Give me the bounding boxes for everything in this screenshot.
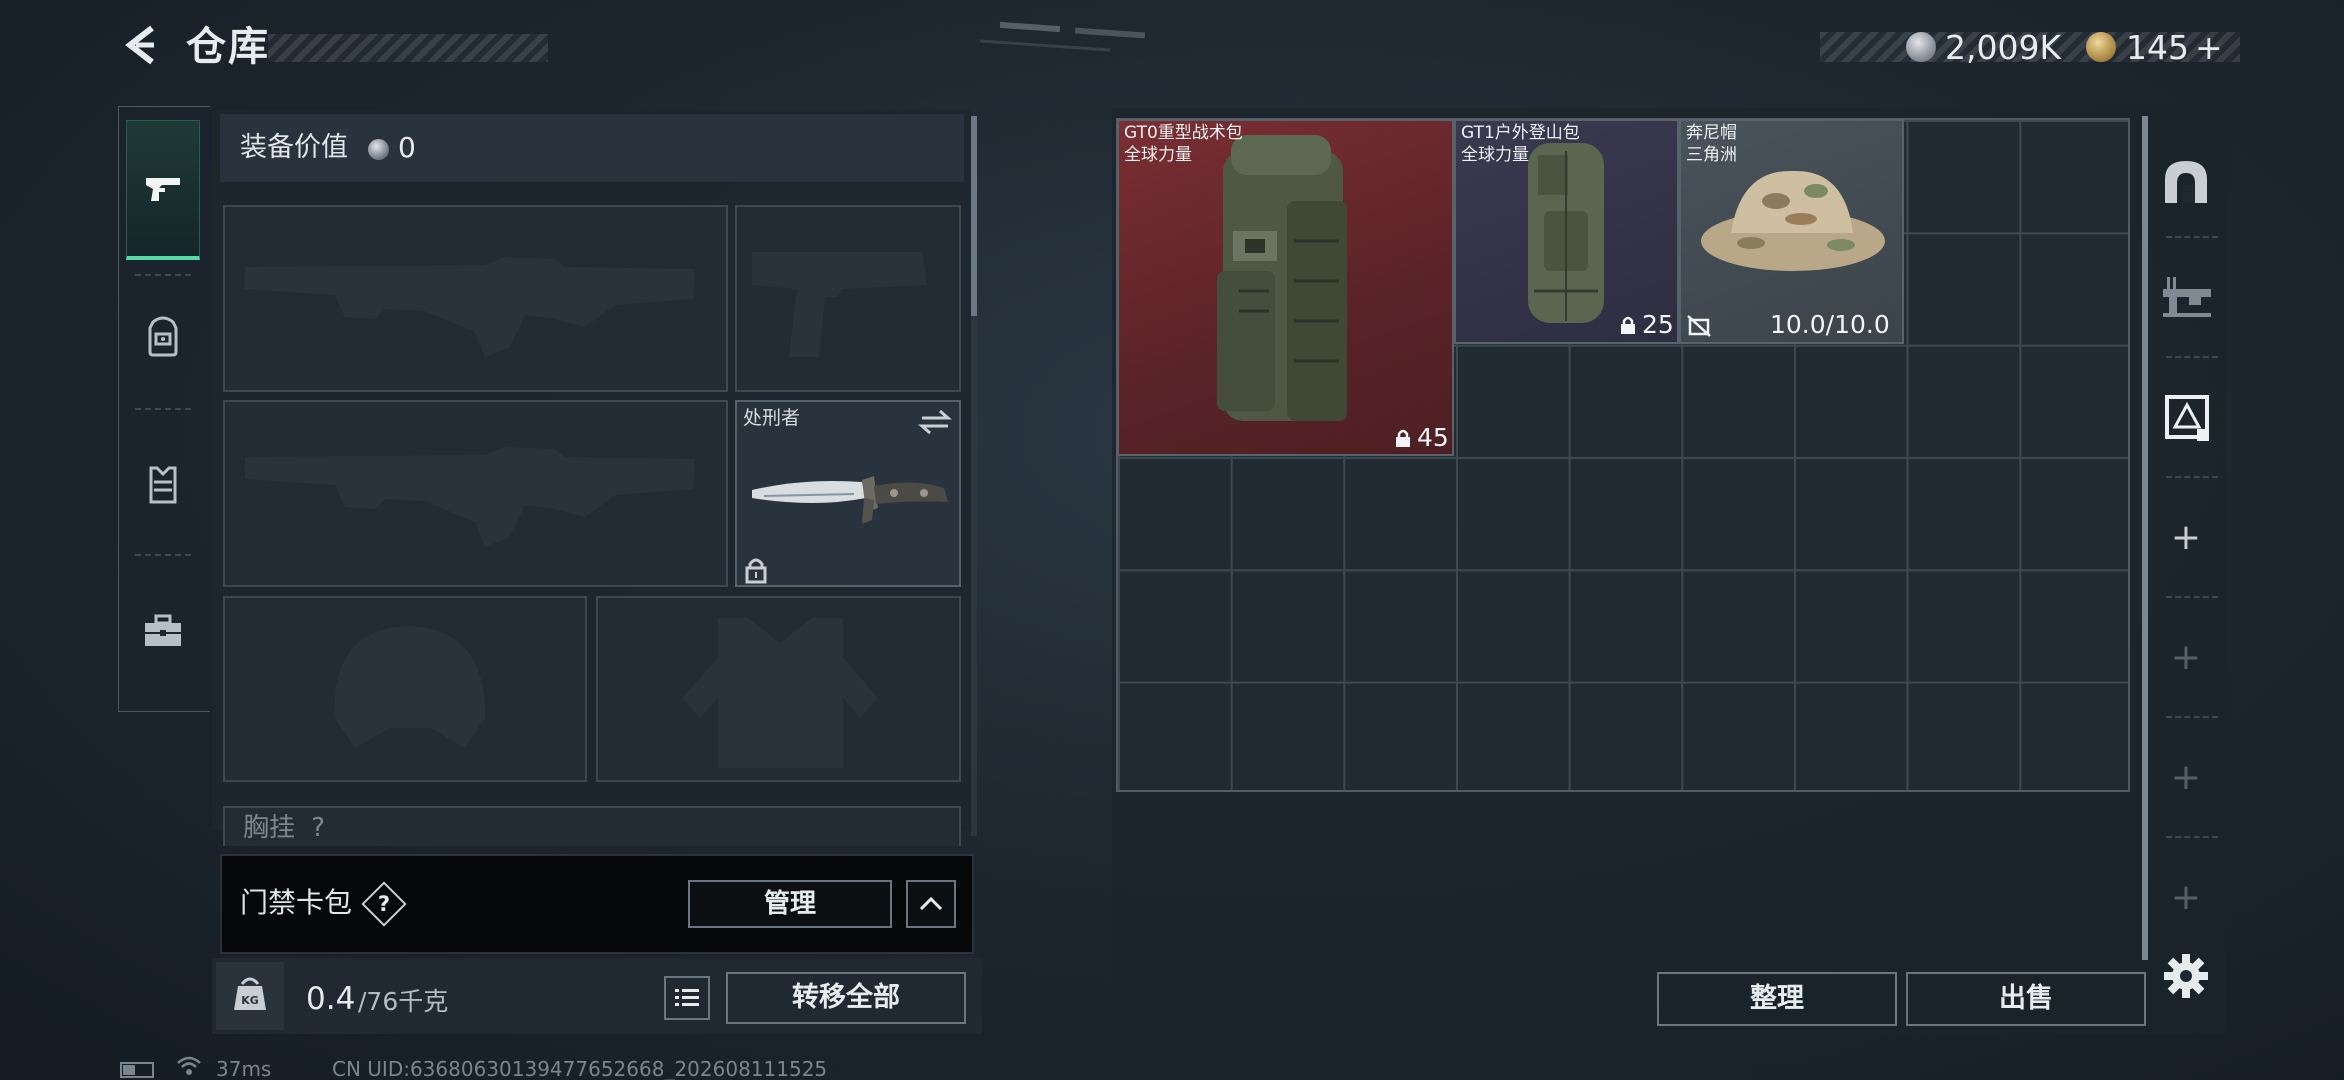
weight-current: 0.4 [306,981,356,1017]
plus-icon: + [2170,877,2202,918]
chest-rig-help[interactable]: ? [311,813,325,843]
primary-weapon-slot-1[interactable] [223,205,728,392]
combat-knife-image [752,476,948,524]
item-name: GT1户外登山包 [1461,123,1580,143]
tool-separator [2166,596,2218,598]
tool-separator [2166,476,2218,478]
title-decoration [268,34,548,62]
tab-separator [135,408,191,410]
item-subtitle: 三角洲 [1686,145,1737,165]
item-gt0-heavy-backpack[interactable] [1117,119,1454,456]
equipment-value-label: 装备价值 [240,132,348,163]
body-armor-slot[interactable] [596,596,961,782]
manage-button[interactable]: 管理 [688,880,892,928]
capacity-lock-icon [1396,429,1410,447]
rifle-silhouette-icon [245,447,695,547]
tool-separator [2166,356,2218,358]
user-uid: CN UID:6368063013947765266​8_20260811152… [332,1057,828,1080]
helmet-silhouette-icon [334,626,486,748]
expand-button[interactable] [906,880,956,928]
tool-separator [2166,836,2218,838]
kettlebell-icon: KG [234,977,266,1010]
add-container-button[interactable]: + [2154,506,2218,570]
container-warning-icon [2165,395,2209,441]
svg-text:KG: KG [241,994,259,1007]
tool-separator [2166,236,2218,238]
page-title: 仓库 [186,24,270,70]
item-name: 奔尼帽 [1686,123,1737,143]
tab-vest[interactable] [126,414,200,554]
list-view-button[interactable] [664,976,710,1020]
heavy-backpack-image [1217,135,1347,421]
help-mark: ? [377,892,391,916]
currency-secondary-value[interactable]: 145 + [2126,28,2223,68]
battery-level [123,1065,135,1075]
capacity-lock-icon [1621,316,1635,334]
tool-separator [2166,716,2218,718]
chest-rig-name: 胸挂 [243,813,296,843]
ceiling-lights [980,21,1146,52]
gear-icon[interactable] [2162,952,2210,1000]
containers-tool[interactable] [2154,386,2218,450]
chest-rig-label: 胸挂 ? [243,813,325,843]
list-icon [675,989,699,1006]
wifi-icon [177,1056,201,1075]
secondary-weapon-slot[interactable] [735,205,961,392]
vault-icon [2165,161,2207,203]
plus-icon: + [2170,517,2202,558]
silver-coin-icon [1906,32,1936,62]
rifle-rack-icon [2163,277,2211,317]
item-capacity: 25 [1642,310,1674,339]
tab-weapons[interactable] [126,120,200,260]
add-container-button-locked[interactable]: + [2154,866,2218,930]
item-capacity: 45 [1417,423,1449,452]
rifle-silhouette-icon [245,257,695,357]
backpack-icon [148,316,178,357]
currency-secondary-amount: 145 [2126,28,2189,67]
plus-icon: + [2170,637,2202,678]
case-icon [145,614,181,646]
item-name: GT0重型战术包 [1124,123,1243,143]
keycard-label: 门禁卡包 [240,886,353,919]
tab-separator [135,554,191,556]
helmet-slot[interactable] [223,596,587,782]
weight-max: /76千克 [358,987,449,1016]
lock-icon [745,558,767,584]
item-subtitle: 全球力量 [1461,145,1529,165]
add-currency-button[interactable]: + [2195,28,2223,67]
coin-icon [368,139,389,160]
tab-case[interactable] [126,560,200,700]
warehouse-scrollbar[interactable] [2142,116,2148,960]
item-durability: 10.0/10.0 [1770,310,1890,339]
sort-button[interactable]: 整理 [1657,972,1897,1026]
equipment-scrollbar[interactable] [971,116,977,316]
transfer-all-button[interactable]: 转移全部 [726,972,966,1024]
swap-icon[interactable] [918,408,952,436]
weight-icon-box: KG [216,962,284,1030]
melee-weapon-name: 处刑者 [743,407,801,429]
plus-icon: + [2170,757,2202,798]
weapon-bench-tool[interactable] [2154,264,2218,328]
ping-value: 37ms [216,1057,272,1080]
tab-backpack[interactable] [126,266,200,406]
sell-button[interactable]: 出售 [1906,972,2146,1026]
currency-primary-value: 2,009K [1945,28,2062,67]
armor-silhouette-icon [682,618,878,768]
no-repair-icon [1687,315,1711,337]
vest-icon [149,466,177,504]
add-container-button-locked[interactable]: + [2154,746,2218,810]
pistol-icon [146,177,180,201]
gold-coin-icon [2086,32,2116,62]
chevron-up-icon [919,896,943,911]
pistol-silhouette-icon [752,252,927,357]
primary-weapon-slot-2[interactable] [223,400,728,587]
vault-tool[interactable] [2154,150,2218,214]
item-subtitle: 全球力量 [1124,145,1192,165]
chest-rig-slot[interactable] [223,806,961,846]
equipment-value: 0 [398,131,416,164]
back-arrow-icon[interactable] [118,22,164,68]
add-container-button-locked[interactable]: + [2154,626,2218,690]
